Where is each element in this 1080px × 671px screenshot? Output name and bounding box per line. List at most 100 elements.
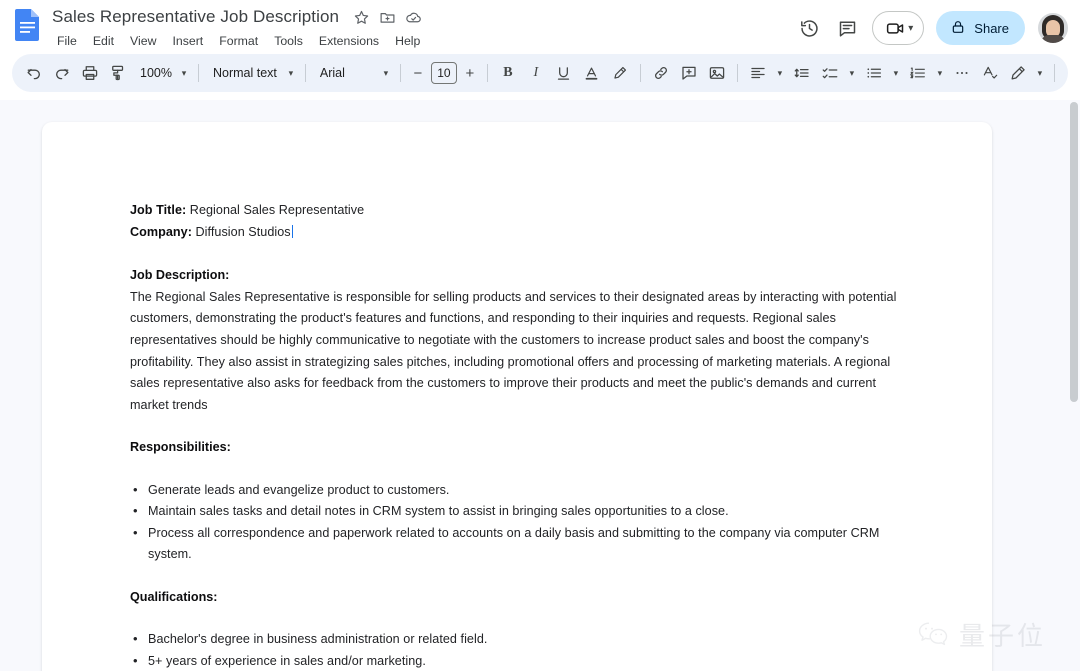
field-company-label: Company:	[130, 225, 192, 239]
share-button[interactable]: Share	[936, 11, 1025, 45]
page-title[interactable]: Sales Representative Job Description	[50, 7, 341, 27]
font-size-input[interactable]: 10	[431, 62, 457, 84]
title-icon-group	[353, 9, 422, 26]
list-responsibilities: Generate leads and evangelize product to…	[130, 480, 904, 566]
paragraph-style-value: Normal text	[213, 66, 277, 80]
toolbar-divider	[400, 64, 401, 82]
list-qualifications: Bachelor's degree in business administra…	[130, 629, 904, 671]
share-button-label: Share	[974, 21, 1009, 36]
font-size-stepper: − 10 +	[407, 61, 481, 85]
title-and-menus: Sales Representative Job Description Fil…	[50, 5, 792, 52]
meet-caret-icon: ▾	[908, 23, 913, 34]
list-item: Maintain sales tasks and detail notes in…	[130, 501, 904, 522]
font-family-selector[interactable]: Arial	[312, 62, 378, 84]
editing-mode-caret-icon[interactable]: ▾	[1032, 59, 1048, 87]
text-cursor	[292, 225, 293, 238]
align-caret-icon[interactable]: ▾	[772, 59, 788, 87]
menu-item-extensions[interactable]: Extensions	[312, 32, 386, 50]
vertical-scrollbar[interactable]	[1070, 102, 1078, 402]
heading-qualifications: Qualifications:	[130, 587, 904, 609]
spacer	[130, 608, 904, 629]
docs-file-icon	[14, 7, 42, 41]
redo-icon[interactable]	[48, 59, 76, 87]
text-color-icon[interactable]	[578, 59, 606, 87]
font-size-decrease-button[interactable]: −	[407, 61, 429, 85]
avatar[interactable]	[1038, 13, 1068, 43]
bulleted-list-icon[interactable]	[860, 59, 888, 87]
zoom-selector[interactable]: 100%	[132, 62, 176, 84]
list-item: Process all correspondence and paperwork…	[130, 523, 904, 566]
collapse-menus-icon[interactable]	[1061, 59, 1068, 87]
document-page[interactable]: Job Title: Regional Sales Representative…	[42, 122, 992, 671]
lock-icon	[950, 19, 966, 38]
formatting-toolbar: 100% ▾ Normal text ▾ Arial ▾ − 10 + B I …	[12, 54, 1068, 92]
insert-image-icon[interactable]	[703, 59, 731, 87]
zoom-value: 100%	[140, 66, 172, 80]
toolbar-divider	[737, 64, 738, 82]
document-canvas[interactable]: Job Title: Regional Sales Representative…	[0, 100, 1080, 671]
spacer	[130, 566, 904, 587]
menu-item-file[interactable]: File	[50, 32, 84, 50]
cloud-saved-icon[interactable]	[405, 9, 422, 26]
app-header: Sales Representative Job Description Fil…	[0, 0, 1080, 52]
spacer	[130, 459, 904, 480]
field-job-title-label: Job Title:	[130, 203, 186, 217]
spacer	[130, 243, 904, 265]
more-options-icon[interactable]	[948, 59, 976, 87]
toolbar-divider	[305, 64, 306, 82]
italic-button[interactable]: I	[522, 59, 550, 87]
editing-mode-icon[interactable]	[1004, 59, 1032, 87]
field-job-title-value: Regional Sales Representative	[186, 203, 364, 217]
star-icon[interactable]	[353, 9, 370, 26]
menu-bar: File Edit View Insert Format Tools Exten…	[50, 30, 792, 52]
heading-responsibilities: Responsibilities:	[130, 437, 904, 459]
clear-formatting-icon[interactable]	[976, 59, 1004, 87]
paragraph-style-caret-icon[interactable]: ▾	[283, 59, 299, 87]
font-family-caret-icon[interactable]: ▾	[378, 59, 394, 87]
bulleted-list-caret-icon[interactable]: ▾	[888, 59, 904, 87]
menu-item-edit[interactable]: Edit	[86, 32, 121, 50]
list-item: Bachelor's degree in business administra…	[130, 629, 904, 650]
numbered-list-caret-icon[interactable]: ▾	[932, 59, 948, 87]
highlight-color-icon[interactable]	[606, 59, 634, 87]
zoom-caret-icon[interactable]: ▾	[176, 59, 192, 87]
field-job-title: Job Title: Regional Sales Representative	[130, 200, 904, 222]
align-icon[interactable]	[744, 59, 772, 87]
add-comment-icon[interactable]	[675, 59, 703, 87]
underline-button[interactable]	[550, 59, 578, 87]
paragraph-job-description: The Regional Sales Representative is res…	[130, 287, 904, 417]
checklist-caret-icon[interactable]: ▾	[844, 59, 860, 87]
move-to-folder-icon[interactable]	[379, 9, 396, 26]
numbered-list-icon[interactable]	[904, 59, 932, 87]
bold-button[interactable]: B	[494, 59, 522, 87]
print-icon[interactable]	[76, 59, 104, 87]
font-family-value: Arial	[320, 66, 345, 80]
toolbar-wrapper: 100% ▾ Normal text ▾ Arial ▾ − 10 + B I …	[0, 52, 1080, 100]
menu-item-insert[interactable]: Insert	[165, 32, 210, 50]
list-item: 5+ years of experience in sales and/or m…	[130, 651, 904, 671]
checklist-icon[interactable]	[816, 59, 844, 87]
insert-link-icon[interactable]	[647, 59, 675, 87]
paint-format-icon[interactable]	[104, 59, 132, 87]
menu-item-view[interactable]: View	[123, 32, 163, 50]
toolbar-divider	[487, 64, 488, 82]
list-item: Generate leads and evangelize product to…	[130, 480, 904, 501]
comment-history-icon[interactable]	[830, 11, 864, 45]
menu-item-help[interactable]: Help	[388, 32, 427, 50]
undo-icon[interactable]	[20, 59, 48, 87]
field-company: Company: Diffusion Studios	[130, 222, 904, 244]
menu-item-format[interactable]: Format	[212, 32, 265, 50]
menu-item-tools[interactable]: Tools	[267, 32, 310, 50]
version-history-icon[interactable]	[792, 11, 826, 45]
document-body[interactable]: Job Title: Regional Sales Representative…	[42, 122, 992, 671]
paragraph-style-selector[interactable]: Normal text	[205, 62, 283, 84]
spacer	[130, 416, 904, 437]
header-actions: ▾ Share	[792, 5, 1068, 45]
title-row: Sales Representative Job Description	[50, 5, 792, 29]
join-call-button[interactable]: ▾	[872, 11, 924, 45]
font-size-increase-button[interactable]: +	[459, 61, 481, 85]
toolbar-divider	[1054, 64, 1055, 82]
line-spacing-icon[interactable]	[788, 59, 816, 87]
heading-job-description: Job Description:	[130, 265, 904, 287]
toolbar-divider	[640, 64, 641, 82]
